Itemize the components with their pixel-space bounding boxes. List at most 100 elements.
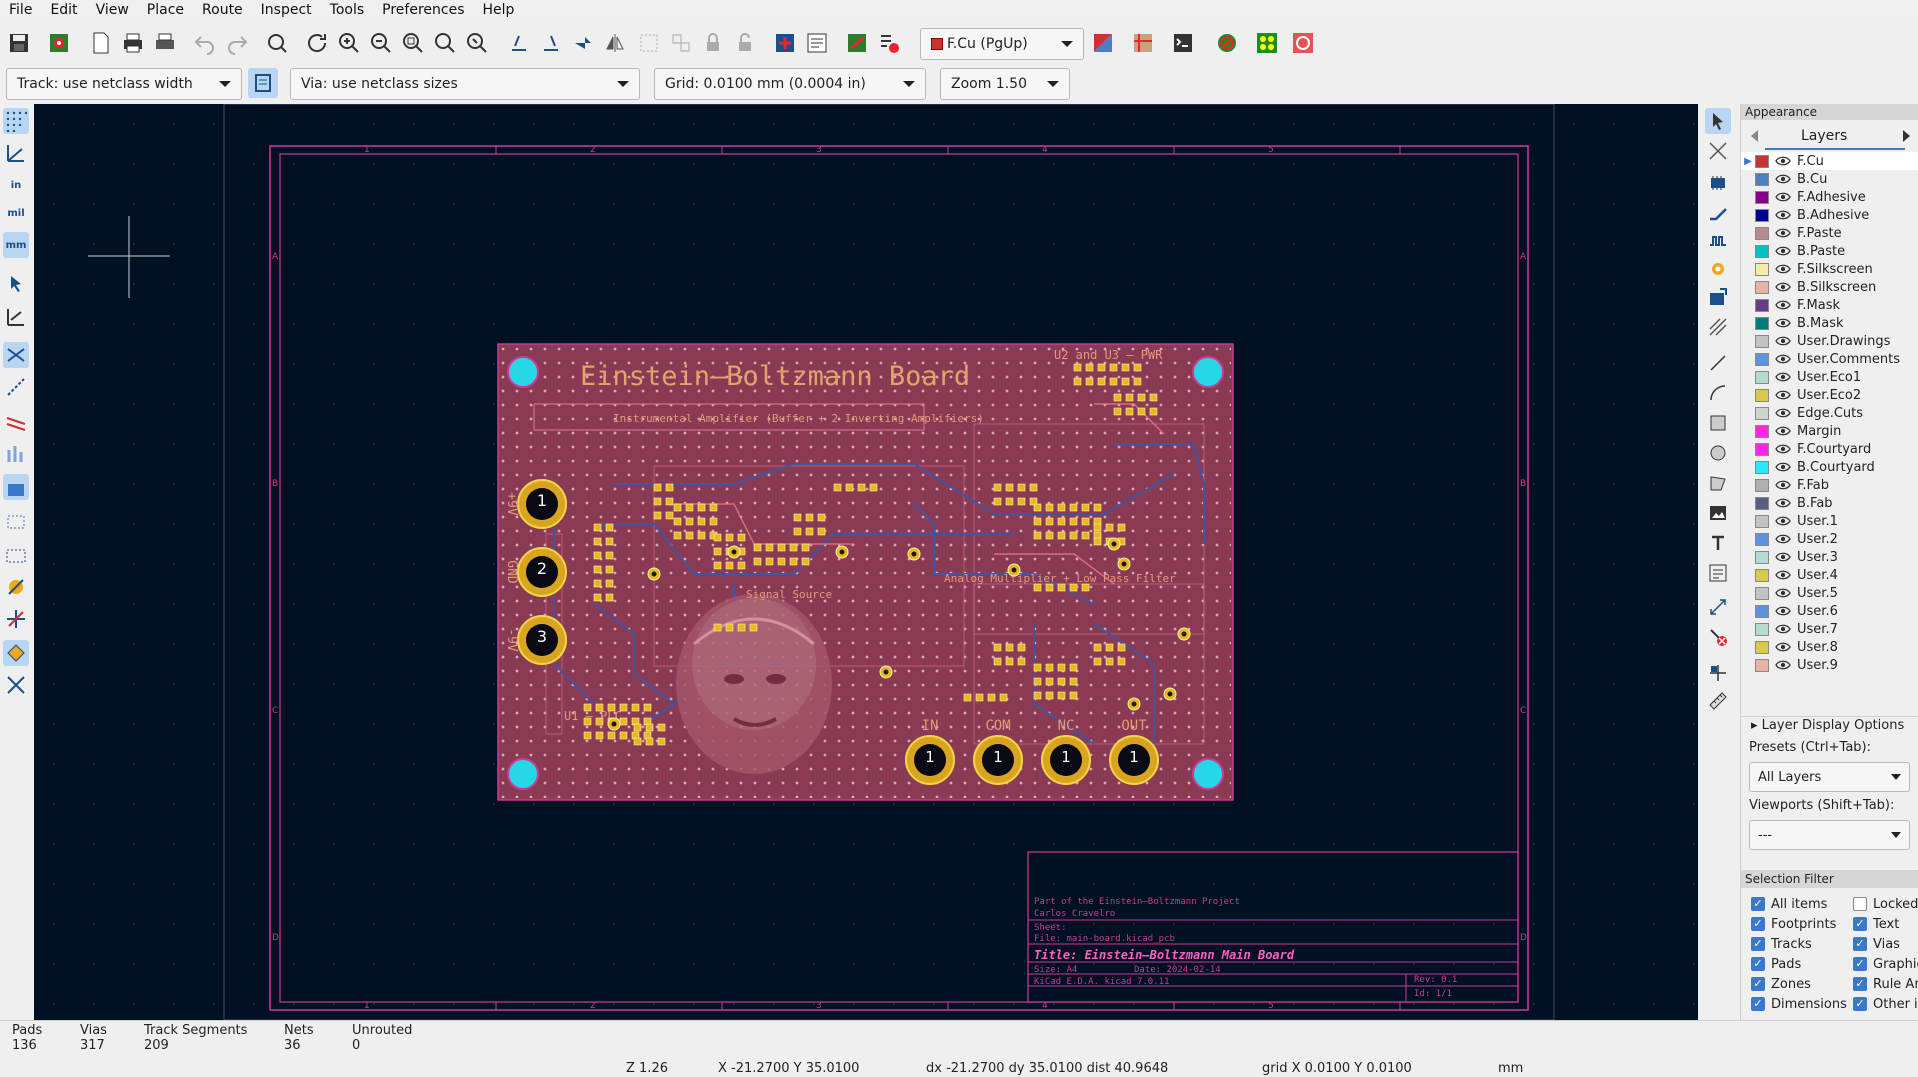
- smd-pad[interactable]: [645, 723, 654, 732]
- layer-color-swatch[interactable]: [1755, 154, 1769, 168]
- smd-pad[interactable]: [1005, 483, 1014, 492]
- layer-row[interactable]: B.Paste: [1741, 242, 1918, 260]
- smd-pad[interactable]: [593, 523, 602, 532]
- layer-color-swatch[interactable]: [1755, 424, 1769, 438]
- layer-row[interactable]: ▶ F.Cu: [1741, 152, 1918, 170]
- add-dimension-icon[interactable]: [1705, 594, 1731, 620]
- smd-pad[interactable]: [673, 517, 682, 526]
- visibility-eye-icon[interactable]: [1775, 245, 1791, 258]
- smd-pad[interactable]: [713, 533, 722, 542]
- units-mil-button[interactable]: mil: [3, 200, 29, 226]
- visibility-eye-icon[interactable]: [1775, 227, 1791, 240]
- smd-pad[interactable]: [1069, 583, 1078, 592]
- smd-pad[interactable]: [709, 503, 718, 512]
- smd-pad[interactable]: [737, 533, 746, 542]
- smd-pad[interactable]: [1045, 583, 1054, 592]
- visibility-eye-icon[interactable]: [1775, 173, 1791, 186]
- smd-pad[interactable]: [593, 593, 602, 602]
- smd-pad[interactable]: [833, 483, 842, 492]
- add-via-icon[interactable]: [1705, 256, 1731, 282]
- smd-pad[interactable]: [713, 561, 722, 570]
- properties-tool-icon[interactable]: [3, 672, 29, 698]
- via-size-select[interactable]: Via: use netclass sizes: [290, 68, 640, 100]
- filter-checkbox[interactable]: Tracks: [1751, 934, 1812, 954]
- layer-color-swatch[interactable]: [1755, 190, 1769, 204]
- layer-row[interactable]: B.Courtyard: [1741, 458, 1918, 476]
- track-display-icon[interactable]: [3, 606, 29, 632]
- smd-pad[interactable]: [593, 565, 602, 574]
- smd-pad[interactable]: [665, 483, 674, 492]
- visibility-eye-icon[interactable]: [1775, 497, 1791, 510]
- layer-row[interactable]: User.8: [1741, 638, 1918, 656]
- visibility-eye-icon[interactable]: [1775, 461, 1791, 474]
- smd-pad[interactable]: [1105, 523, 1114, 532]
- visibility-eye-icon[interactable]: [1775, 263, 1791, 276]
- smd-pad[interactable]: [595, 703, 604, 712]
- group-icon[interactable]: [634, 28, 664, 58]
- layer-row[interactable]: User.2: [1741, 530, 1918, 548]
- smd-pad[interactable]: [619, 731, 628, 740]
- layer-selector[interactable]: F.Cu (PgUp): [920, 28, 1084, 60]
- layer-color-swatch[interactable]: [1755, 244, 1769, 258]
- smd-pad[interactable]: [1069, 677, 1078, 686]
- smd-pad[interactable]: [653, 497, 662, 506]
- smd-pad[interactable]: [1093, 523, 1102, 532]
- menu-help[interactable]: Help: [474, 0, 524, 20]
- lock-icon[interactable]: [698, 28, 728, 58]
- smd-pad[interactable]: [801, 543, 810, 552]
- filter-checkbox[interactable]: Locked: [1853, 894, 1918, 914]
- smd-pad[interactable]: [817, 527, 826, 536]
- plugin-chip-icon[interactable]: [1288, 28, 1318, 58]
- smd-pad[interactable]: [1033, 583, 1042, 592]
- layer-color-swatch[interactable]: [1755, 406, 1769, 420]
- smd-pad[interactable]: [1057, 531, 1066, 540]
- route-track-icon[interactable]: [1705, 200, 1731, 226]
- smd-pad[interactable]: [605, 537, 614, 546]
- smd-pad[interactable]: [709, 517, 718, 526]
- smd-pad[interactable]: [1081, 531, 1090, 540]
- menu-view[interactable]: View: [87, 0, 138, 20]
- filter-checkbox[interactable]: Graphic: [1853, 954, 1918, 974]
- rotate-cw-icon[interactable]: [536, 28, 566, 58]
- menu-tools[interactable]: Tools: [321, 0, 374, 20]
- visibility-eye-icon[interactable]: [1775, 317, 1791, 330]
- smd-pad[interactable]: [673, 503, 682, 512]
- smd-pad[interactable]: [1109, 363, 1118, 372]
- smd-pad[interactable]: [593, 551, 602, 560]
- tune-length-icon[interactable]: [1705, 228, 1731, 254]
- menu-preferences[interactable]: Preferences: [373, 0, 473, 20]
- high-contrast-icon[interactable]: [3, 640, 29, 666]
- smd-pad[interactable]: [1069, 531, 1078, 540]
- delete-tool-icon[interactable]: [1705, 624, 1731, 650]
- smd-pad[interactable]: [631, 703, 640, 712]
- smd-pad[interactable]: [817, 513, 826, 522]
- layer-color-swatch[interactable]: [1755, 586, 1769, 600]
- scripting-icon[interactable]: [1128, 28, 1158, 58]
- layer-pair-icon[interactable]: [1088, 28, 1118, 58]
- smd-pad[interactable]: [619, 717, 628, 726]
- layer-color-swatch[interactable]: [1755, 334, 1769, 348]
- checkbox-icon[interactable]: [1853, 957, 1867, 971]
- layer-row[interactable]: F.Silkscreen: [1741, 260, 1918, 278]
- layer-color-swatch[interactable]: [1755, 478, 1769, 492]
- smd-pad[interactable]: [793, 513, 802, 522]
- layer-color-swatch[interactable]: [1755, 172, 1769, 186]
- smd-pad[interactable]: [1125, 407, 1134, 416]
- board-setup-icon[interactable]: [44, 28, 74, 58]
- layer-color-swatch[interactable]: [1755, 316, 1769, 330]
- smd-pad[interactable]: [605, 565, 614, 574]
- smd-pad[interactable]: [685, 503, 694, 512]
- layer-color-swatch[interactable]: [1755, 370, 1769, 384]
- units-mm-button[interactable]: mm: [3, 232, 29, 258]
- smd-pad[interactable]: [789, 557, 798, 566]
- smd-pad[interactable]: [1017, 497, 1026, 506]
- checkbox-icon[interactable]: [1853, 977, 1867, 991]
- layer-color-swatch[interactable]: [1755, 298, 1769, 312]
- zoom-select[interactable]: Zoom 1.50: [940, 68, 1070, 100]
- layer-row[interactable]: Edge.Cuts: [1741, 404, 1918, 422]
- smd-pad[interactable]: [713, 547, 722, 556]
- redo-icon[interactable]: [222, 28, 252, 58]
- terminal-icon[interactable]: [1168, 28, 1198, 58]
- smd-pad[interactable]: [993, 643, 1002, 652]
- smd-pad[interactable]: [1093, 537, 1102, 546]
